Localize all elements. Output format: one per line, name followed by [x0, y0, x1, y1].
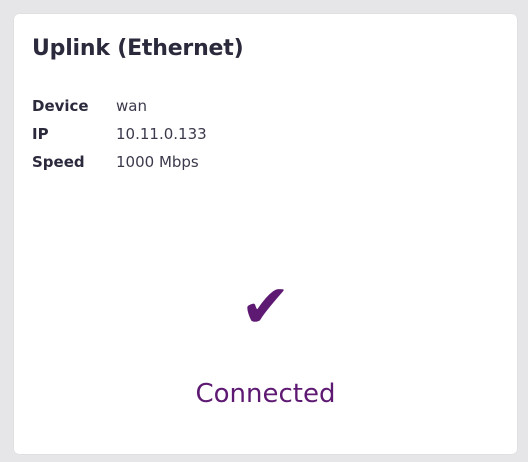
info-value: wan: [116, 97, 147, 115]
uplink-card: Uplink (Ethernet) Device wan IP 10.11.0.…: [14, 14, 517, 454]
info-row-ip: IP 10.11.0.133: [32, 120, 207, 148]
info-value: 1000 Mbps: [116, 153, 199, 171]
info-row-speed: Speed 1000 Mbps: [32, 148, 207, 176]
checkmark-icon: ✔: [240, 272, 291, 342]
info-key: Speed: [32, 153, 85, 171]
info-row-device: Device wan: [32, 92, 207, 120]
info-key: Device: [32, 97, 89, 115]
connection-status: Connected: [195, 379, 336, 409]
info-value: 10.11.0.133: [116, 125, 207, 143]
info-table: Device wan IP 10.11.0.133 Speed 1000 Mbp…: [32, 92, 207, 176]
info-key: IP: [32, 125, 49, 143]
card-title: Uplink (Ethernet): [32, 36, 244, 61]
